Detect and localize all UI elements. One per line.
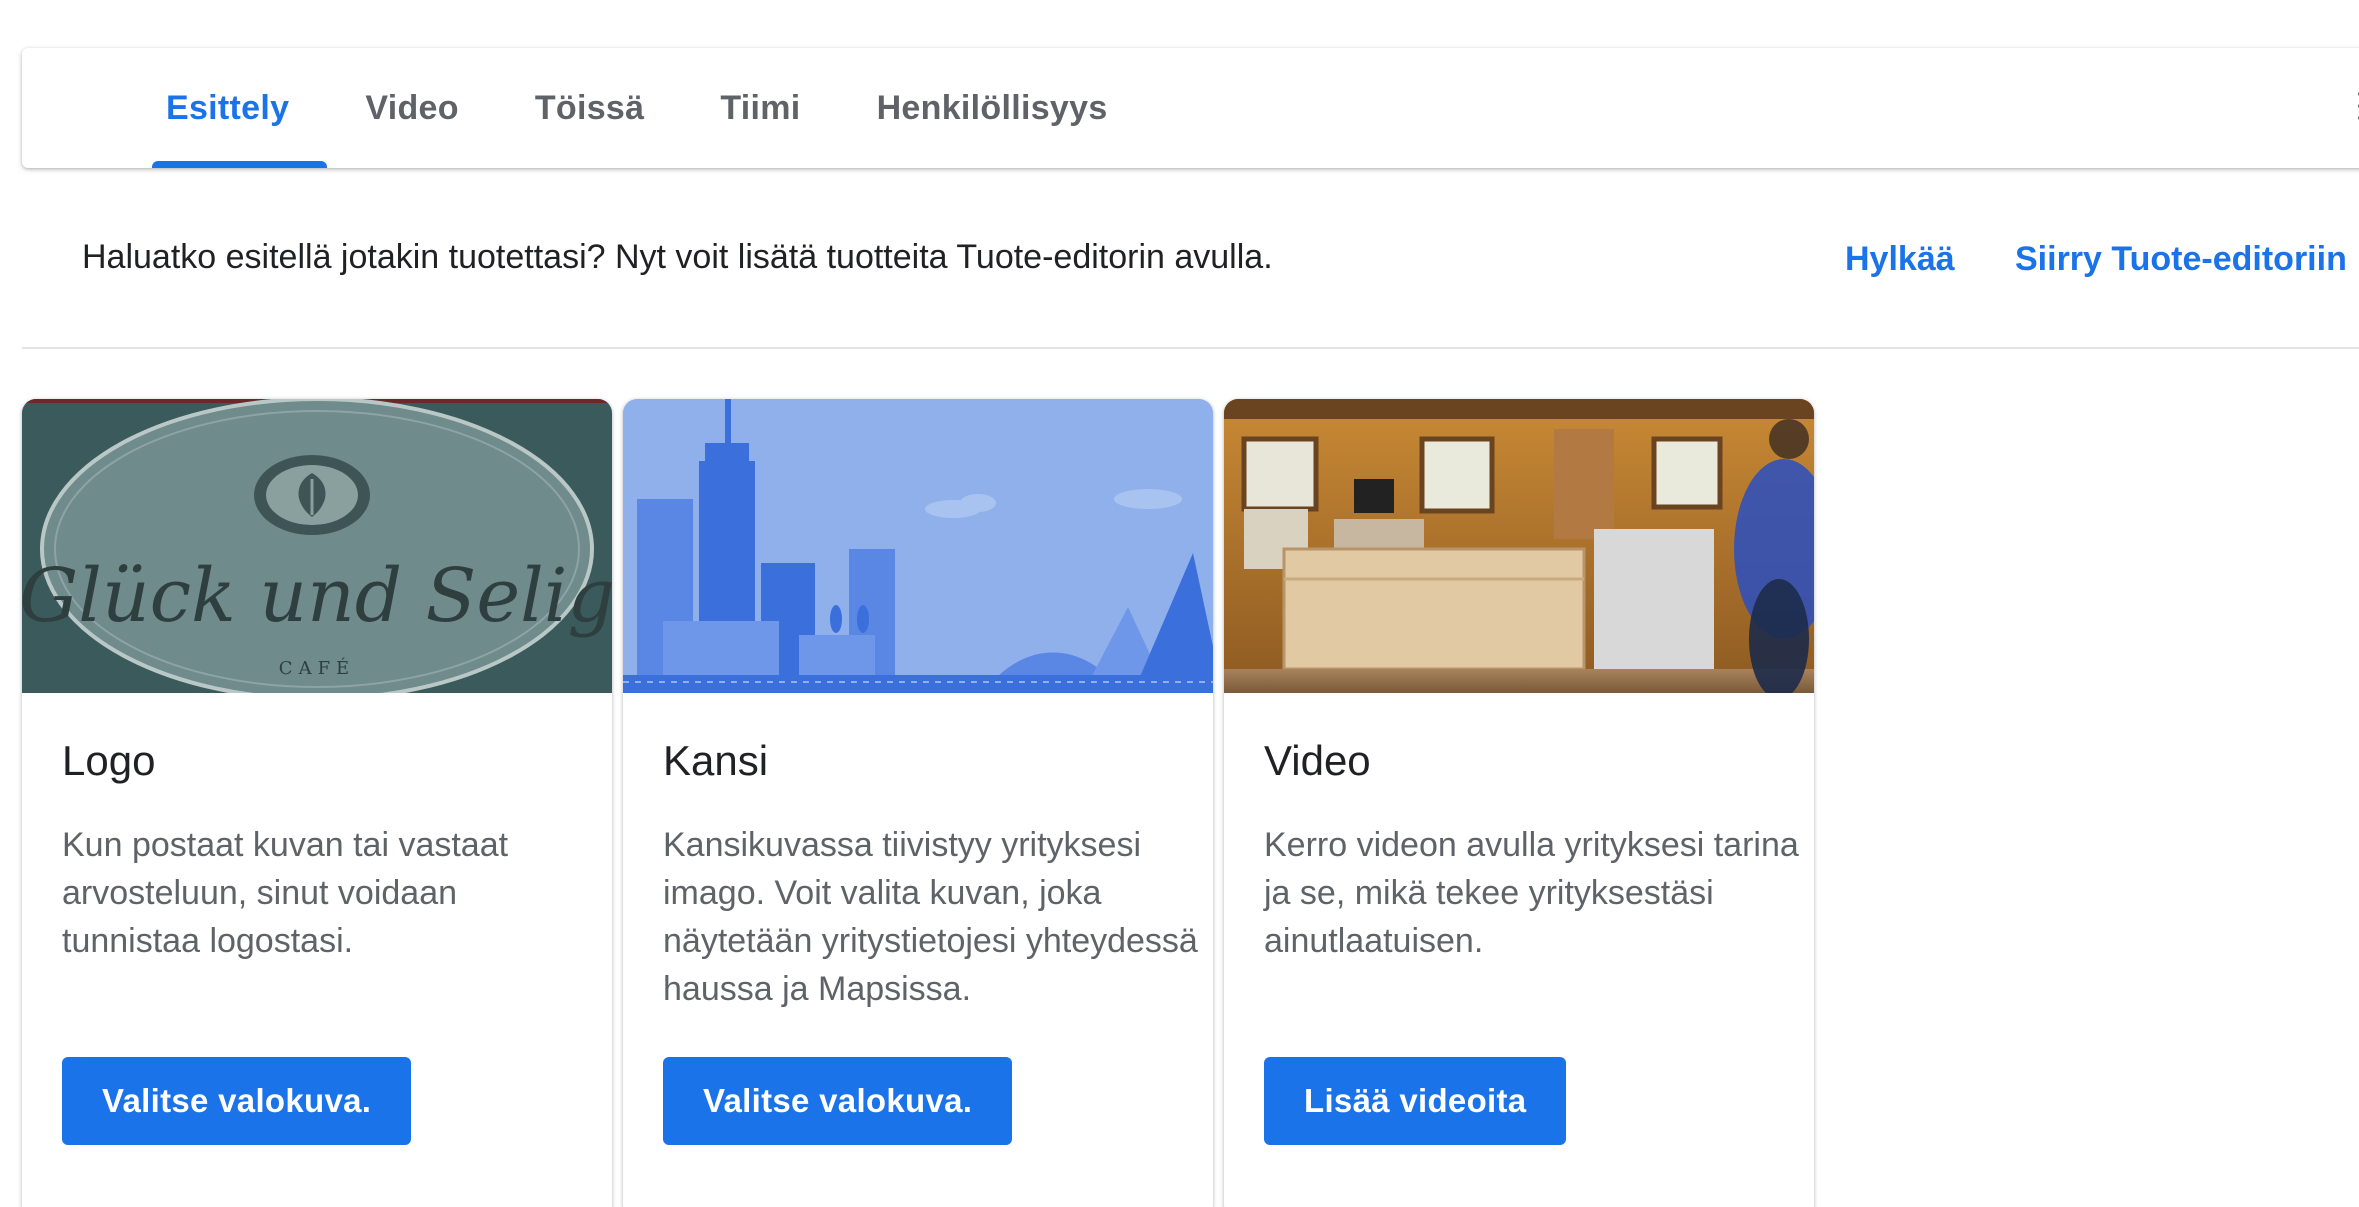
cover-illustration xyxy=(623,399,1213,693)
cover-card: Kansi Kansikuvassa tiivistyy yrityksesi … xyxy=(623,399,1213,1207)
dismiss-button[interactable]: Hylkää xyxy=(1845,240,1955,279)
page: Esittely Video Töissä Tiimi Henkilöllisy… xyxy=(0,0,2359,1207)
tab-toissa[interactable]: Töissä xyxy=(497,48,683,168)
go-to-product-editor-button[interactable]: Siirry Tuote-editoriin xyxy=(2015,240,2347,279)
tab-tiimi[interactable]: Tiimi xyxy=(682,48,838,168)
card-title: Video xyxy=(1264,737,1371,784)
choose-logo-photo-button[interactable]: Valitse valokuva. xyxy=(62,1057,412,1145)
logo-wordmark: Glück und Selig xyxy=(22,553,612,639)
divider xyxy=(22,347,2359,349)
logo-subtext: CAFÉ xyxy=(279,656,355,679)
video-card: Video Kerro videon avulla yrityksesi tar… xyxy=(1224,399,1814,1207)
card-title: Logo xyxy=(62,737,156,784)
choose-cover-photo-button[interactable]: Valitse valokuva. xyxy=(663,1057,1013,1145)
card-description: Kerro videon avulla yrityksesi tarina ja… xyxy=(1264,826,1799,960)
add-videos-button[interactable]: Lisää videoita xyxy=(1264,1057,1567,1145)
card-description: Kansikuvassa tiivistyy yrityksesi imago.… xyxy=(663,826,1198,1008)
video-thumbnail xyxy=(1224,399,1814,693)
card-description: Kun postaat kuvan tai vastaat arvosteluu… xyxy=(62,826,509,960)
logo-card: Glück und Selig CAFÉ Logo Kun postaat ku… xyxy=(22,399,612,1207)
tab-esittely[interactable]: Esittely xyxy=(128,48,328,168)
tab-bar: Esittely Video Töissä Tiimi Henkilöllisy… xyxy=(22,48,2359,168)
product-editor-banner-text: Haluatko esitellä jotakin tuotettasi? Ny… xyxy=(82,238,1273,276)
tab-video[interactable]: Video xyxy=(327,48,496,168)
tab-list: Esittely Video Töissä Tiimi Henkilöllisy… xyxy=(128,48,1146,168)
card-title: Kansi xyxy=(663,737,769,784)
logo-image: Glück und Selig CAFÉ xyxy=(22,399,612,693)
tab-henkilollisyys[interactable]: Henkilöllisyys xyxy=(839,48,1146,168)
